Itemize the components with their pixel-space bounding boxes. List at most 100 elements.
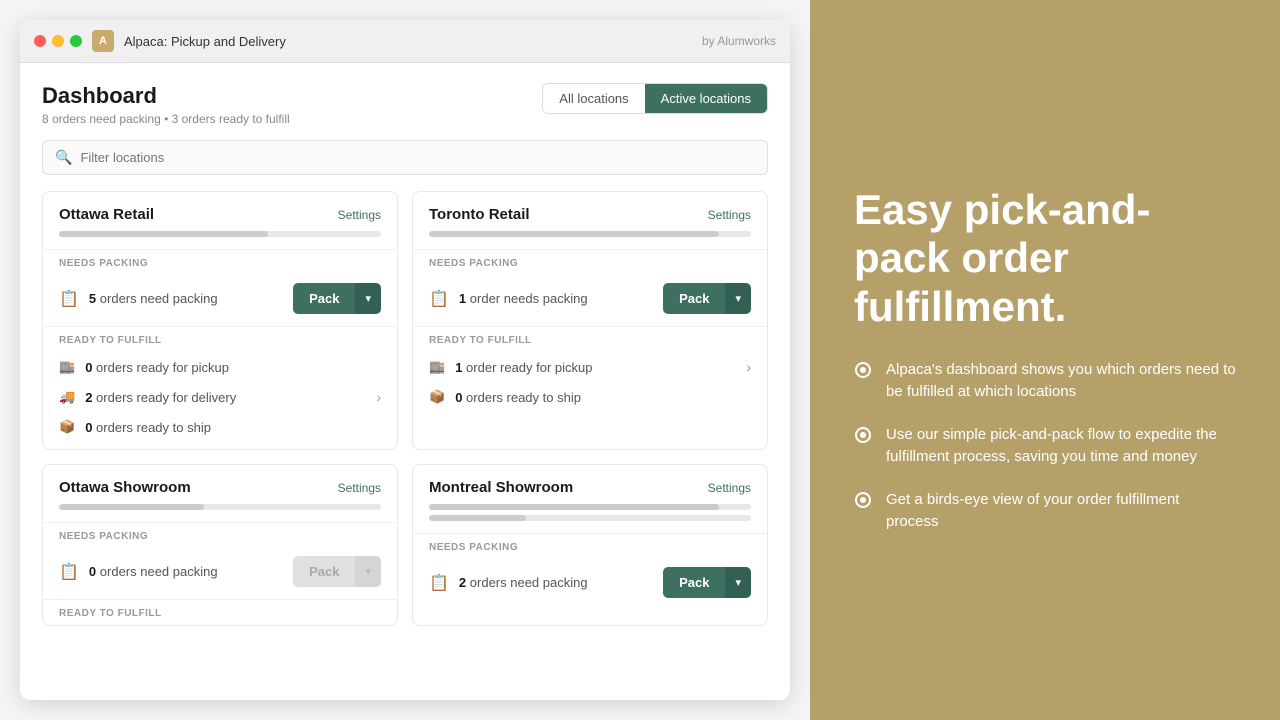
dashboard-header: Dashboard 8 orders need packing • 3 orde… bbox=[42, 83, 768, 126]
feature-text-1: Alpaca's dashboard shows you which order… bbox=[886, 359, 1236, 404]
locations-grid: Ottawa Retail Settings NEEDS PACKING 📋 5… bbox=[42, 191, 768, 626]
pack-row: 📋 2 orders need packing Pack ▾ bbox=[413, 559, 767, 610]
pack-icon: 📋 bbox=[429, 573, 449, 593]
fulfill-info: 🏬 0 orders ready for pickup bbox=[59, 359, 229, 375]
fulfill-row-ship: 📦 0 orders ready to ship bbox=[413, 382, 767, 419]
close-button[interactable] bbox=[34, 35, 46, 47]
settings-link[interactable]: Settings bbox=[708, 481, 751, 495]
location-name: Ottawa Retail bbox=[59, 206, 154, 223]
progress-bar-fill-1 bbox=[429, 504, 719, 510]
window-chrome: A Alpaca: Pickup and Delivery by Alumwor… bbox=[20, 20, 790, 700]
pickup-text: 0 orders ready for pickup bbox=[85, 360, 229, 375]
double-bar-container bbox=[413, 504, 767, 533]
pack-row: 📋 0 orders need packing Pack ▾ bbox=[43, 548, 397, 599]
pack-button-disabled: Pack bbox=[293, 556, 355, 587]
card-header: Ottawa Retail Settings bbox=[43, 192, 397, 231]
pack-info: 📋 5 orders need packing bbox=[59, 289, 218, 309]
feature-text-3: Get a birds-eye view of your order fulfi… bbox=[886, 489, 1236, 534]
bullet-icon-2 bbox=[854, 426, 872, 444]
location-card-toronto-retail: Toronto Retail Settings NEEDS PACKING 📋 … bbox=[412, 191, 768, 450]
fulfill-row-pickup: 🏬 0 orders ready for pickup bbox=[43, 352, 397, 382]
bullet-icon-3 bbox=[854, 491, 872, 509]
delivery-icon: 🚚 bbox=[59, 389, 75, 405]
pack-btn-group: Pack ▾ bbox=[663, 283, 751, 314]
app-logo: A bbox=[92, 30, 114, 52]
order-count: 2 bbox=[459, 575, 466, 590]
chevron-right-icon: › bbox=[376, 389, 381, 405]
order-count: 0 bbox=[89, 564, 96, 579]
card-header: Montreal Showroom Settings bbox=[413, 465, 767, 504]
needs-packing-label: NEEDS PACKING bbox=[413, 249, 767, 275]
settings-link[interactable]: Settings bbox=[338, 481, 381, 495]
right-panel: Easy pick-and-pack order fulfillment. Al… bbox=[810, 0, 1280, 720]
pack-dropdown-button[interactable]: ▾ bbox=[725, 283, 751, 314]
pickup-icon: 🏬 bbox=[59, 359, 75, 375]
pack-button[interactable]: Pack bbox=[293, 283, 355, 314]
progress-bar bbox=[59, 231, 381, 237]
chevron-right-icon: › bbox=[746, 359, 751, 375]
pack-info: 📋 1 order needs packing bbox=[429, 289, 588, 309]
feature-item-3: Get a birds-eye view of your order fulfi… bbox=[854, 489, 1236, 534]
title-bar: A Alpaca: Pickup and Delivery by Alumwor… bbox=[20, 20, 790, 63]
card-header: Ottawa Showroom Settings bbox=[43, 465, 397, 504]
pack-text: orders need packing bbox=[100, 564, 218, 579]
needs-packing-label: NEEDS PACKING bbox=[43, 522, 397, 548]
tab-active-locations[interactable]: Active locations bbox=[645, 84, 767, 113]
ready-to-fulfill-label: READY TO FULFILL bbox=[43, 326, 397, 352]
delivery-text: 2 orders ready for delivery bbox=[85, 390, 236, 405]
fulfill-info: 📦 0 orders ready to ship bbox=[59, 419, 211, 435]
browser-window: A Alpaca: Pickup and Delivery by Alumwor… bbox=[0, 0, 810, 720]
pack-info: 📋 2 orders need packing bbox=[429, 573, 588, 593]
progress-bar-fill bbox=[59, 231, 268, 237]
fulfill-row-pickup[interactable]: 🏬 1 order ready for pickup › bbox=[413, 352, 767, 382]
pack-count-text: 1 order needs packing bbox=[459, 291, 588, 306]
fulfill-info: 📦 0 orders ready to ship bbox=[429, 389, 581, 405]
pack-dropdown-button[interactable]: ▾ bbox=[355, 283, 381, 314]
settings-link[interactable]: Settings bbox=[338, 208, 381, 222]
pack-button[interactable]: Pack bbox=[663, 567, 725, 598]
location-name: Montreal Showroom bbox=[429, 479, 573, 496]
progress-bar-fill bbox=[429, 231, 719, 237]
bullet-icon-1 bbox=[854, 361, 872, 379]
pack-text: orders need packing bbox=[100, 291, 218, 306]
pack-info: 📋 0 orders need packing bbox=[59, 562, 218, 582]
settings-link[interactable]: Settings bbox=[708, 208, 751, 222]
pack-button[interactable]: Pack bbox=[663, 283, 725, 314]
hero-title: Easy pick-and-pack order fulfillment. bbox=[854, 186, 1236, 331]
main-content: Dashboard 8 orders need packing • 3 orde… bbox=[20, 63, 790, 700]
pack-dropdown-button[interactable]: ▾ bbox=[725, 567, 751, 598]
tab-all-locations[interactable]: All locations bbox=[543, 84, 644, 113]
pack-icon: 📋 bbox=[59, 562, 79, 582]
pack-btn-group: Pack ▾ bbox=[293, 556, 381, 587]
pack-row: 📋 1 order needs packing Pack ▾ bbox=[413, 275, 767, 326]
tab-group: All locations Active locations bbox=[542, 83, 768, 114]
dashboard-title: Dashboard bbox=[42, 83, 290, 109]
pack-text: orders need packing bbox=[470, 575, 588, 590]
pack-icon: 📋 bbox=[429, 289, 449, 309]
location-name: Ottawa Showroom bbox=[59, 479, 191, 496]
progress-bar-2 bbox=[429, 515, 751, 521]
ship-text: 0 orders ready to ship bbox=[455, 390, 581, 405]
pickup-text: 1 order ready for pickup bbox=[455, 360, 592, 375]
card-header: Toronto Retail Settings bbox=[413, 192, 767, 231]
fulfill-row-delivery[interactable]: 🚚 2 orders ready for delivery › bbox=[43, 382, 397, 412]
ship-text: 0 orders ready to ship bbox=[85, 420, 211, 435]
feature-list: Alpaca's dashboard shows you which order… bbox=[854, 359, 1236, 534]
feature-item-1: Alpaca's dashboard shows you which order… bbox=[854, 359, 1236, 404]
pack-count-text: 0 orders need packing bbox=[89, 564, 218, 579]
progress-bar bbox=[429, 231, 751, 237]
order-count: 1 bbox=[459, 291, 466, 306]
feature-item-2: Use our simple pick-and-pack flow to exp… bbox=[854, 424, 1236, 469]
ship-icon: 📦 bbox=[59, 419, 75, 435]
pack-count-text: 2 orders need packing bbox=[459, 575, 588, 590]
minimize-button[interactable] bbox=[52, 35, 64, 47]
pack-btn-group: Pack ▾ bbox=[663, 567, 751, 598]
search-input[interactable] bbox=[80, 150, 755, 165]
ready-to-fulfill-label: READY TO FULFILL bbox=[413, 326, 767, 352]
progress-bar-fill-2 bbox=[429, 515, 526, 521]
app-title: Alpaca: Pickup and Delivery bbox=[124, 34, 286, 49]
maximize-button[interactable] bbox=[70, 35, 82, 47]
dashboard-subtitle: 8 orders need packing • 3 orders ready t… bbox=[42, 112, 290, 126]
location-name: Toronto Retail bbox=[429, 206, 530, 223]
progress-bar-container bbox=[413, 231, 767, 249]
